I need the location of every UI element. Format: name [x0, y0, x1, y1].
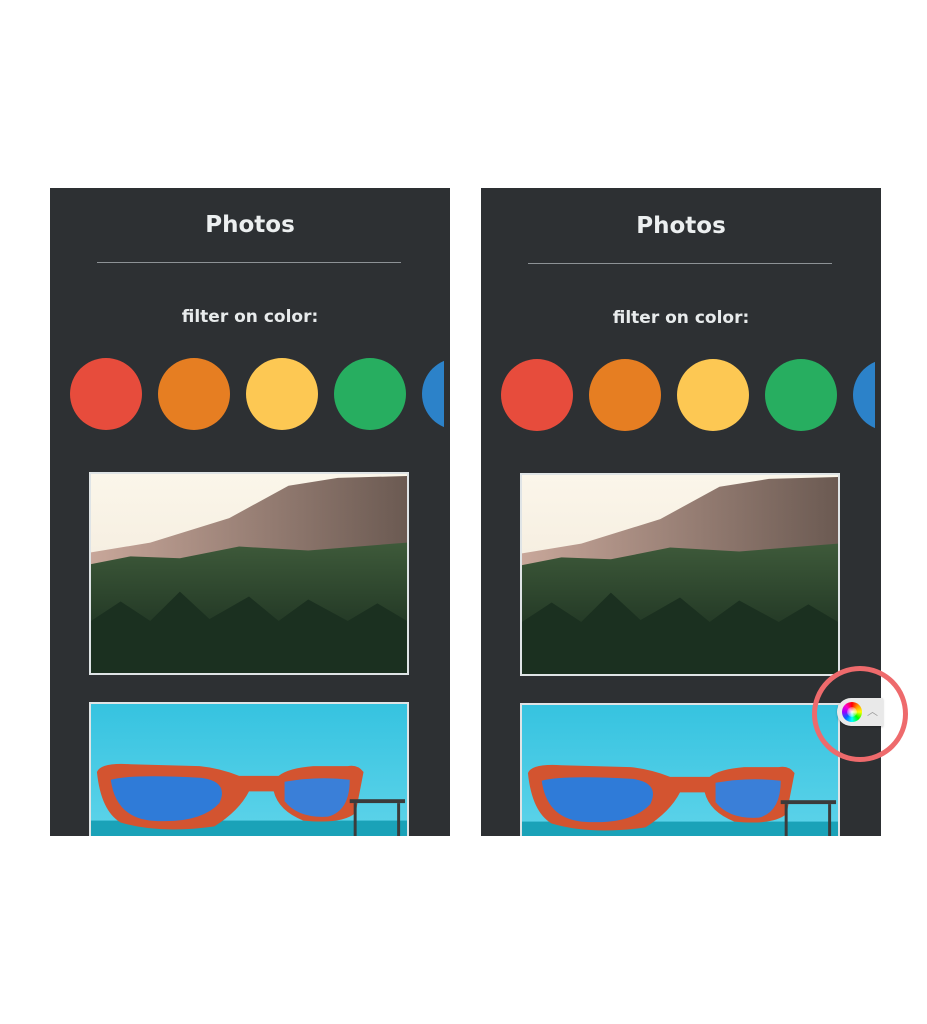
swatch-red[interactable] [70, 358, 142, 430]
highlight-ring [812, 666, 908, 762]
swatch-orange[interactable] [589, 359, 661, 431]
flag-sunglasses-photo[interactable] [89, 702, 409, 836]
color-swatch-row [70, 358, 444, 431]
filter-label: filter on color: [181, 307, 319, 327]
photos-panel-left: Photos filter on color: [50, 188, 450, 836]
forest-mountain-photo[interactable] [520, 473, 840, 676]
flag-sunglasses-photo[interactable] [520, 703, 840, 836]
page-title: Photos [636, 213, 726, 239]
swatch-yellow[interactable] [677, 359, 749, 431]
color-swatch-row [501, 359, 875, 432]
swatch-green[interactable] [765, 359, 837, 431]
filter-label: filter on color: [612, 308, 750, 328]
swatch-green[interactable] [334, 358, 406, 430]
swatch-blue[interactable] [422, 358, 444, 430]
swatch-yellow[interactable] [246, 358, 318, 430]
divider [97, 262, 401, 263]
swatch-blue[interactable] [853, 359, 875, 431]
swatch-red[interactable] [501, 359, 573, 431]
divider [528, 263, 832, 264]
page-title: Photos [205, 212, 295, 238]
swatch-orange[interactable] [158, 358, 230, 430]
forest-mountain-photo[interactable] [89, 472, 409, 675]
